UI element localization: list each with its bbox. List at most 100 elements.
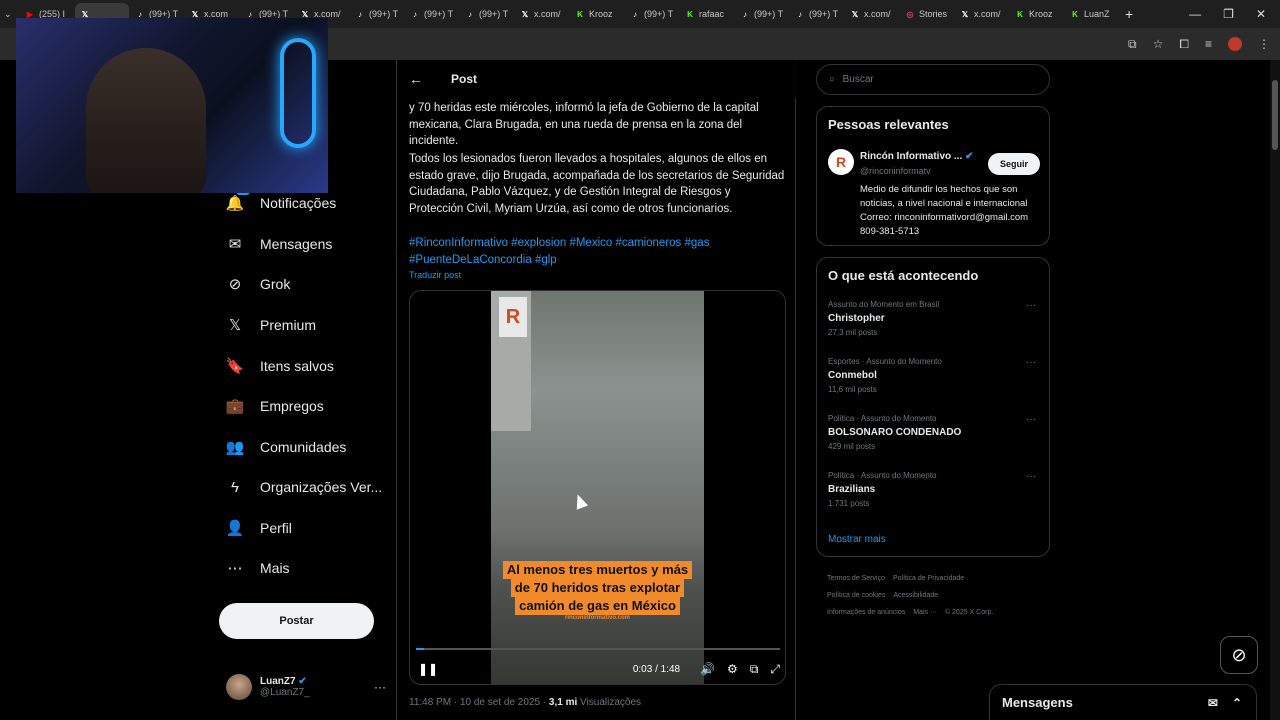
trend-item[interactable]: Assunto do Momento em Brasil Christopher 2… — [828, 300, 1040, 337]
install-app-icon[interactable]: ⧉ — [1128, 37, 1137, 52]
video-time: 0:03 / 1:48 — [632, 663, 681, 675]
pause-icon[interactable]: ❚❚ — [418, 662, 438, 676]
footer-link[interactable]: © 2025 X Corp. — [945, 609, 993, 616]
volume-icon[interactable]: 🔊 — [700, 662, 715, 676]
browser-tab[interactable]: K Krooz — [1010, 3, 1064, 25]
browser-tab[interactable]: ♪ (99+) T — [460, 3, 514, 25]
browser-tab[interactable]: 𝕏x.com/ — [515, 3, 569, 25]
sidebar-item-organiza-es-ver[interactable]: ϟ Organizações Ver... — [226, 478, 382, 496]
footer-link[interactable]: Informações de anúncios — [827, 609, 905, 616]
footer-link[interactable]: Mais ··· — [913, 609, 937, 616]
browser-tab[interactable]: 𝕏x.com/ — [955, 3, 1009, 25]
fullscreen-icon[interactable]: ⤢ — [770, 662, 780, 677]
trend-count: 429 mil posts — [828, 442, 876, 451]
browser-tab[interactable]: ♪ (99+) T — [405, 3, 459, 25]
verified-badge-icon: ✔ — [298, 676, 307, 687]
hashtags-line-1[interactable]: #RinconInformativo #explosion #Mexico #c… — [409, 235, 787, 252]
trend-item[interactable]: Esportes · Assunto do Momento Conmebol 11,… — [828, 357, 1040, 394]
footer-links: Termos de Serviço Política de Privacidade… — [827, 570, 1039, 621]
grok-floating-button[interactable]: ⊘ — [1220, 636, 1258, 674]
post-timestamp[interactable]: 11:48 PM · 10 de set de 2025 · — [409, 697, 549, 708]
tiktok-icon: ♪ — [743, 9, 747, 19]
people-icon: 👥 — [225, 439, 245, 456]
rincon-logo: R — [499, 297, 527, 337]
post-meta: 11:48 PM · 10 de set de 2025 · 3,1 mi Vi… — [409, 697, 641, 708]
sidebar-item-comunidades[interactable]: 👥 Comunidades — [225, 438, 347, 456]
settings-gear-icon[interactable]: ⚙ — [727, 662, 738, 676]
picture-in-picture-icon[interactable]: ⧉ — [750, 662, 759, 677]
footer-link[interactable]: Acessibilidade — [893, 592, 938, 599]
browser-tab[interactable]: Krafaac — [680, 3, 734, 25]
video-frame[interactable]: R Al menos tres muertos y más de 70 heri… — [491, 291, 704, 684]
trend-item[interactable]: Política · Assunto do Momento BOLSONARO C… — [828, 414, 1040, 451]
restore-icon[interactable]: ❐ — [1223, 7, 1234, 21]
trend-more-icon[interactable]: ··· — [1026, 300, 1036, 311]
trend-more-icon[interactable]: ··· — [1026, 357, 1036, 368]
messages-drawer[interactable]: Mensagens ✉ ⌃ — [989, 684, 1257, 720]
tab-label: (99+) T — [754, 9, 784, 19]
relevant-people-card: Pessoas relevantes R Rincón Informativo … — [816, 106, 1050, 246]
search-box[interactable]: ⌕ Buscar — [816, 64, 1050, 95]
more-options-icon[interactable]: ··· — [374, 680, 386, 694]
show-more-link[interactable]: Mostrar mais — [828, 534, 886, 545]
browser-tab[interactable]: K Krooz — [570, 3, 624, 25]
streamer-figure — [86, 48, 206, 193]
relevant-account-handle: @rinconinformatv — [860, 166, 931, 176]
sidebar-item-label: Notificações — [260, 195, 337, 211]
page-title: Post — [451, 72, 478, 86]
scrollbar-thumb[interactable] — [1272, 80, 1278, 150]
new-message-icon[interactable]: ✉ — [1208, 696, 1218, 710]
browser-menu-icon[interactable]: ⋮ — [1258, 37, 1270, 51]
video-player[interactable]: R Al menos tres muertos y más de 70 heri… — [409, 290, 786, 685]
browser-tab[interactable]: ◎ Stories — [900, 3, 954, 25]
video-progress-bar[interactable] — [416, 648, 780, 650]
bookmark-star-icon[interactable]: ☆ — [1153, 37, 1164, 51]
sidebar-item-notifica-es[interactable]: 🔔15 Notificações — [226, 188, 337, 212]
back-arrow-icon[interactable]: ← — [409, 71, 423, 87]
account-switcher[interactable]: LuanZ7 ✔ @LuanZ7_ ··· — [226, 674, 386, 700]
sidebar-item-mensagens[interactable]: ✉ Mensagens — [226, 235, 333, 253]
tab-label: Krooz — [1029, 9, 1053, 19]
trend-more-icon[interactable]: ··· — [1026, 471, 1036, 482]
trending-title: O que está acontecendo — [828, 268, 979, 283]
tiktok-icon: ♪ — [798, 9, 802, 19]
minimize-icon[interactable]: — — [1189, 7, 1201, 21]
relevant-account-name[interactable]: Rincón Informativo ... ✔ — [860, 151, 973, 162]
trend-context: Política · Assunto do Momento — [828, 414, 937, 423]
trend-more-icon[interactable]: ··· — [1026, 414, 1036, 425]
browser-tab[interactable]: ♪ (99+) T — [625, 3, 679, 25]
trend-topic: Christopher — [828, 313, 885, 324]
sidebar-item-perfil[interactable]: 👤 Perfil — [226, 519, 292, 537]
media-controls-icon[interactable]: ≡ — [1205, 37, 1212, 51]
footer-link[interactable]: Termos de Serviço — [827, 575, 885, 582]
browser-tab[interactable]: ♪ (99+) T — [350, 3, 404, 25]
close-window-icon[interactable]: ✕ — [1256, 7, 1266, 21]
trend-topic: BOLSONARO CONDENADO — [828, 427, 962, 438]
profile-avatar[interactable] — [1228, 37, 1242, 51]
hashtags-line-2[interactable]: #PuenteDeLaConcordia #glp — [409, 252, 787, 269]
tab-label: (99+) T — [479, 9, 509, 19]
sidebar-item-grok[interactable]: ⊘ Grok — [226, 275, 291, 293]
new-tab-button[interactable]: + — [1125, 6, 1133, 22]
caption-site: rinconinformativo.com — [564, 615, 630, 621]
sidebar-item-premium[interactable]: 𝕏 Premium — [226, 316, 316, 334]
browser-tab[interactable]: K LuanZ — [1065, 3, 1119, 25]
sidebar-item-mais[interactable]: ⋯ Mais — [226, 559, 290, 577]
sidebar-item-empregos[interactable]: 💼 Empregos — [226, 397, 324, 415]
extensions-icon[interactable]: ⧠ — [1179, 37, 1189, 52]
translate-post-link[interactable]: Traduzir post — [409, 270, 461, 280]
footer-link[interactable]: Política de Privacidade — [893, 575, 964, 582]
browser-tab[interactable]: 𝕏x.com/ — [845, 3, 899, 25]
trend-item[interactable]: Política · Assunto do Momento Brazilians 1… — [828, 471, 1040, 508]
grok-icon: ⊘ — [1231, 644, 1247, 665]
video-progress-fill — [416, 648, 424, 650]
footer-link[interactable]: Política de cookies — [827, 592, 885, 599]
post-hashtags: #RinconInformativo #explosion #Mexico #c… — [409, 235, 787, 269]
post-button[interactable]: Postar — [219, 603, 374, 639]
browser-tab[interactable]: ♪ (99+) T — [790, 3, 844, 25]
page-scrollbar[interactable] — [1270, 60, 1280, 720]
expand-chevron-icon[interactable]: ⌃ — [1232, 696, 1242, 710]
sidebar-item-itens-salvos[interactable]: 🔖 Itens salvos — [226, 357, 334, 375]
follow-button[interactable]: Seguir — [988, 153, 1040, 175]
browser-tab[interactable]: ♪ (99+) T — [735, 3, 789, 25]
